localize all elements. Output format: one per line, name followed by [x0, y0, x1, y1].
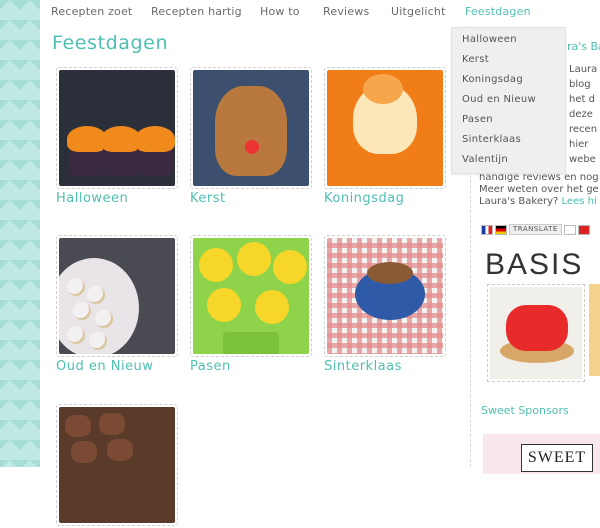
flag-fr-icon[interactable] [481, 224, 493, 235]
basis-heading: BASIS [485, 248, 584, 281]
tile-label[interactable]: Kerst [190, 191, 312, 206]
read-more-link[interactable]: Lees hi [562, 196, 597, 207]
about-line: deze [569, 109, 593, 120]
dropdown-item-kerst[interactable]: Kerst [462, 54, 489, 65]
basis-image[interactable] [487, 284, 585, 382]
nav-uitgelicht[interactable]: Uitgelicht [391, 5, 446, 18]
tile-label[interactable]: Koningsdag [324, 191, 446, 206]
about-line: blog [569, 79, 591, 90]
top-navigation: Recepten zoet Recepten hartig How to Rev… [40, 0, 600, 26]
sinterklaas-image[interactable] [324, 235, 446, 357]
oud-en-nieuw-image[interactable] [56, 235, 178, 357]
chevron-background [0, 0, 40, 467]
tile-label[interactable]: Halloween [56, 191, 178, 206]
nav-feestdagen[interactable]: Feestdagen [465, 5, 531, 18]
nav-reviews[interactable]: Reviews [323, 5, 369, 18]
tile-oud-en-nieuw[interactable]: Oud en Nieuw [56, 235, 178, 374]
flag-de-icon[interactable] [495, 224, 507, 235]
tile-pasen[interactable]: Pasen [190, 235, 312, 374]
flag-tr-icon[interactable] [577, 224, 590, 235]
translate-widget[interactable]: TRANSLATE [481, 224, 590, 235]
about-line: hier [569, 139, 589, 150]
dropdown-item-halloween[interactable]: Halloween [462, 34, 517, 45]
tile-label[interactable]: Oud en Nieuw [56, 359, 178, 374]
basis-image-partial[interactable] [589, 284, 600, 376]
about-line: recen [569, 124, 598, 135]
about-line: Meer weten over het ge [479, 184, 599, 195]
valentijn-image[interactable] [56, 404, 178, 526]
page-title: Feestdagen [52, 32, 169, 54]
dropdown-item-koningsdag[interactable]: Koningsdag [462, 74, 523, 85]
feestdagen-dropdown: Halloween Kerst Koningsdag Oud en Nieuw … [451, 27, 566, 174]
page: Recepten zoet Recepten hartig How to Rev… [40, 0, 600, 526]
about-heading: ra's Ba [567, 40, 600, 53]
about-line: het d [569, 94, 595, 105]
about-text: Laura blog het d deze recen hier webe [569, 62, 600, 167]
about-line: Laura's Bakery? [479, 196, 559, 207]
tile-label[interactable]: Pasen [190, 359, 312, 374]
nav-recepten-hartig[interactable]: Recepten hartig [151, 5, 242, 18]
tile-koningsdag[interactable]: Koningsdag [324, 67, 446, 206]
kerst-image[interactable] [190, 67, 312, 189]
dropdown-item-valentijn[interactable]: Valentijn [462, 154, 508, 165]
tile-halloween[interactable]: Halloween [56, 67, 178, 206]
pasen-image[interactable] [190, 235, 312, 357]
nav-how-to[interactable]: How to [260, 5, 300, 18]
dropdown-item-oud-en-nieuw[interactable]: Oud en Nieuw [462, 94, 536, 105]
nav-recepten-zoet[interactable]: Recepten zoet [51, 5, 132, 18]
about-line: Laura [569, 64, 598, 75]
koningsdag-image[interactable] [324, 67, 446, 189]
flag-kr-icon[interactable] [563, 224, 576, 235]
dropdown-item-sinterklaas[interactable]: Sinterklaas [462, 134, 521, 145]
translate-button[interactable]: TRANSLATE [509, 224, 562, 235]
halloween-image[interactable] [56, 67, 178, 189]
sponsors-heading: Sweet Sponsors [481, 404, 569, 417]
tile-sinterklaas[interactable]: Sinterklaas [324, 235, 446, 374]
tile-label[interactable]: Sinterklaas [324, 359, 446, 374]
dropdown-item-pasen[interactable]: Pasen [462, 114, 493, 125]
sponsor-logo[interactable]: SWEET [521, 444, 593, 472]
tile-kerst[interactable]: Kerst [190, 67, 312, 206]
tile-valentijn[interactable] [56, 404, 178, 528]
